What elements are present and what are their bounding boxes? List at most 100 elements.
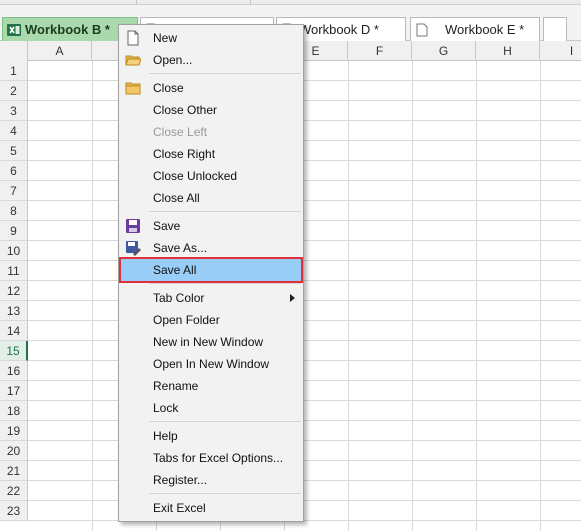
- row-header-2[interactable]: 2: [0, 81, 28, 101]
- row-header-3[interactable]: 3: [0, 101, 28, 121]
- tab-context-menu: New Open... Close Close Other Close Left Clos…: [118, 24, 304, 522]
- tab-overflow[interactable]: [543, 17, 567, 41]
- row-header-17[interactable]: 17: [0, 381, 28, 401]
- grid-row[interactable]: [28, 481, 581, 501]
- grid-row[interactable]: [28, 61, 581, 81]
- tab-label: Workbook D *: [299, 22, 379, 37]
- row-header-20[interactable]: 20: [0, 441, 28, 461]
- grid-row[interactable]: [28, 201, 581, 221]
- row-header-16[interactable]: 16: [0, 361, 28, 381]
- column-header-f[interactable]: F: [348, 41, 412, 61]
- menu-item-label: Rename: [153, 379, 199, 393]
- menu-item-rename[interactable]: Rename: [121, 375, 301, 397]
- menu-item-label: Close Other: [153, 103, 218, 117]
- menu-item-close[interactable]: Close: [121, 77, 301, 99]
- grid-row[interactable]: [28, 441, 581, 461]
- menu-item-label: Close Left: [153, 125, 208, 139]
- grid-row[interactable]: [28, 221, 581, 241]
- row-header-5[interactable]: 5: [0, 141, 28, 161]
- grid-row[interactable]: [28, 321, 581, 341]
- menu-item-label: Exit Excel: [153, 501, 206, 515]
- grid-row[interactable]: [28, 181, 581, 201]
- row-header-19[interactable]: 19: [0, 421, 28, 441]
- menu-separator: [149, 493, 301, 494]
- row-header-1[interactable]: 1: [0, 61, 28, 81]
- row-header-4[interactable]: 4: [0, 121, 28, 141]
- menu-item-label: Lock: [153, 401, 179, 415]
- tab-label: Workbook B *: [25, 22, 110, 37]
- row-header-7[interactable]: 7: [0, 181, 28, 201]
- menu-separator: [149, 283, 301, 284]
- grid-row[interactable]: [28, 361, 581, 381]
- grid-row[interactable]: [28, 461, 581, 481]
- row-header-23[interactable]: 23: [0, 501, 28, 521]
- menu-item-save-as[interactable]: Save As...: [121, 237, 301, 259]
- menu-item-close-unlocked[interactable]: Close Unlocked: [121, 165, 301, 187]
- menu-item-label: New in New Window: [153, 335, 264, 349]
- grid-row[interactable]: [28, 501, 581, 521]
- row-header-13[interactable]: 13: [0, 301, 28, 321]
- menu-item-exit-excel[interactable]: Exit Excel: [121, 497, 301, 519]
- column-header-h[interactable]: H: [476, 41, 540, 61]
- row-header-10[interactable]: 10: [0, 241, 28, 261]
- row-header-14[interactable]: 14: [0, 321, 28, 341]
- column-header-a[interactable]: A: [28, 41, 92, 61]
- row-header-18[interactable]: 18: [0, 401, 28, 421]
- grid-row[interactable]: [28, 81, 581, 101]
- close-folder-icon: [125, 80, 141, 96]
- excel-icon: [7, 23, 21, 37]
- row-header-12[interactable]: 12: [0, 281, 28, 301]
- menu-separator: [149, 73, 301, 74]
- grid-row[interactable]: [28, 141, 581, 161]
- menu-item-open-folder[interactable]: Open Folder: [121, 309, 301, 331]
- menu-item-label: Close: [153, 81, 184, 95]
- tab-workbook-e[interactable]: Workbook E *: [410, 17, 540, 41]
- menu-item-lock[interactable]: Lock: [121, 397, 301, 419]
- menu-item-label: Open In New Window: [153, 357, 270, 371]
- grid-row[interactable]: [28, 281, 581, 301]
- menu-item-label: Close Unlocked: [153, 169, 238, 183]
- column-header-g[interactable]: G: [412, 41, 476, 61]
- row-header-15[interactable]: 15: [0, 341, 28, 361]
- grid-row[interactable]: [28, 301, 581, 321]
- submenu-arrow-icon: [290, 294, 295, 302]
- row-header-22[interactable]: 22: [0, 481, 28, 501]
- grid-row[interactable]: [28, 341, 581, 361]
- menu-item-save-all[interactable]: Save All: [119, 257, 303, 283]
- menu-item-new-in-new-window[interactable]: New in New Window: [121, 331, 301, 353]
- open-folder-icon: [125, 52, 142, 68]
- grid-row[interactable]: [28, 121, 581, 141]
- grid-row[interactable]: [28, 241, 581, 261]
- menu-item-label: Close All: [153, 191, 200, 205]
- grid-row[interactable]: [28, 421, 581, 441]
- tab-label: Workbook E *: [445, 22, 525, 37]
- menu-item-save[interactable]: Save: [121, 215, 301, 237]
- top-strip-divider: [250, 0, 251, 4]
- row-header-9[interactable]: 9: [0, 221, 28, 241]
- menu-item-close-all[interactable]: Close All: [121, 187, 301, 209]
- grid-row[interactable]: [28, 161, 581, 181]
- menu-item-label: Save All: [153, 263, 197, 277]
- grid-row[interactable]: [28, 101, 581, 121]
- row-header-11[interactable]: 11: [0, 261, 28, 281]
- menu-item-close-other[interactable]: Close Other: [121, 99, 301, 121]
- menu-item-close-right[interactable]: Close Right: [121, 143, 301, 165]
- grid-row[interactable]: [28, 401, 581, 421]
- grid-row[interactable]: [28, 381, 581, 401]
- menu-item-open[interactable]: Open...: [121, 49, 301, 71]
- grid-row[interactable]: [28, 261, 581, 281]
- row-header-21[interactable]: 21: [0, 461, 28, 481]
- menu-item-label: Register...: [153, 473, 208, 487]
- menu-item-tab-color[interactable]: Tab Color: [121, 287, 301, 309]
- menu-item-register[interactable]: Register...: [121, 469, 301, 491]
- select-all-corner[interactable]: [0, 41, 28, 61]
- row-header-6[interactable]: 6: [0, 161, 28, 181]
- menu-item-tabs-for-excel-options[interactable]: Tabs for Excel Options...: [121, 447, 301, 469]
- menu-item-new[interactable]: New: [121, 27, 301, 49]
- row-header-8[interactable]: 8: [0, 201, 28, 221]
- menu-item-help[interactable]: Help: [121, 425, 301, 447]
- document-icon: [415, 23, 429, 37]
- column-header-i[interactable]: I: [540, 41, 581, 61]
- menu-item-open-in-new-window[interactable]: Open In New Window: [121, 353, 301, 375]
- save-as-icon: [125, 240, 141, 256]
